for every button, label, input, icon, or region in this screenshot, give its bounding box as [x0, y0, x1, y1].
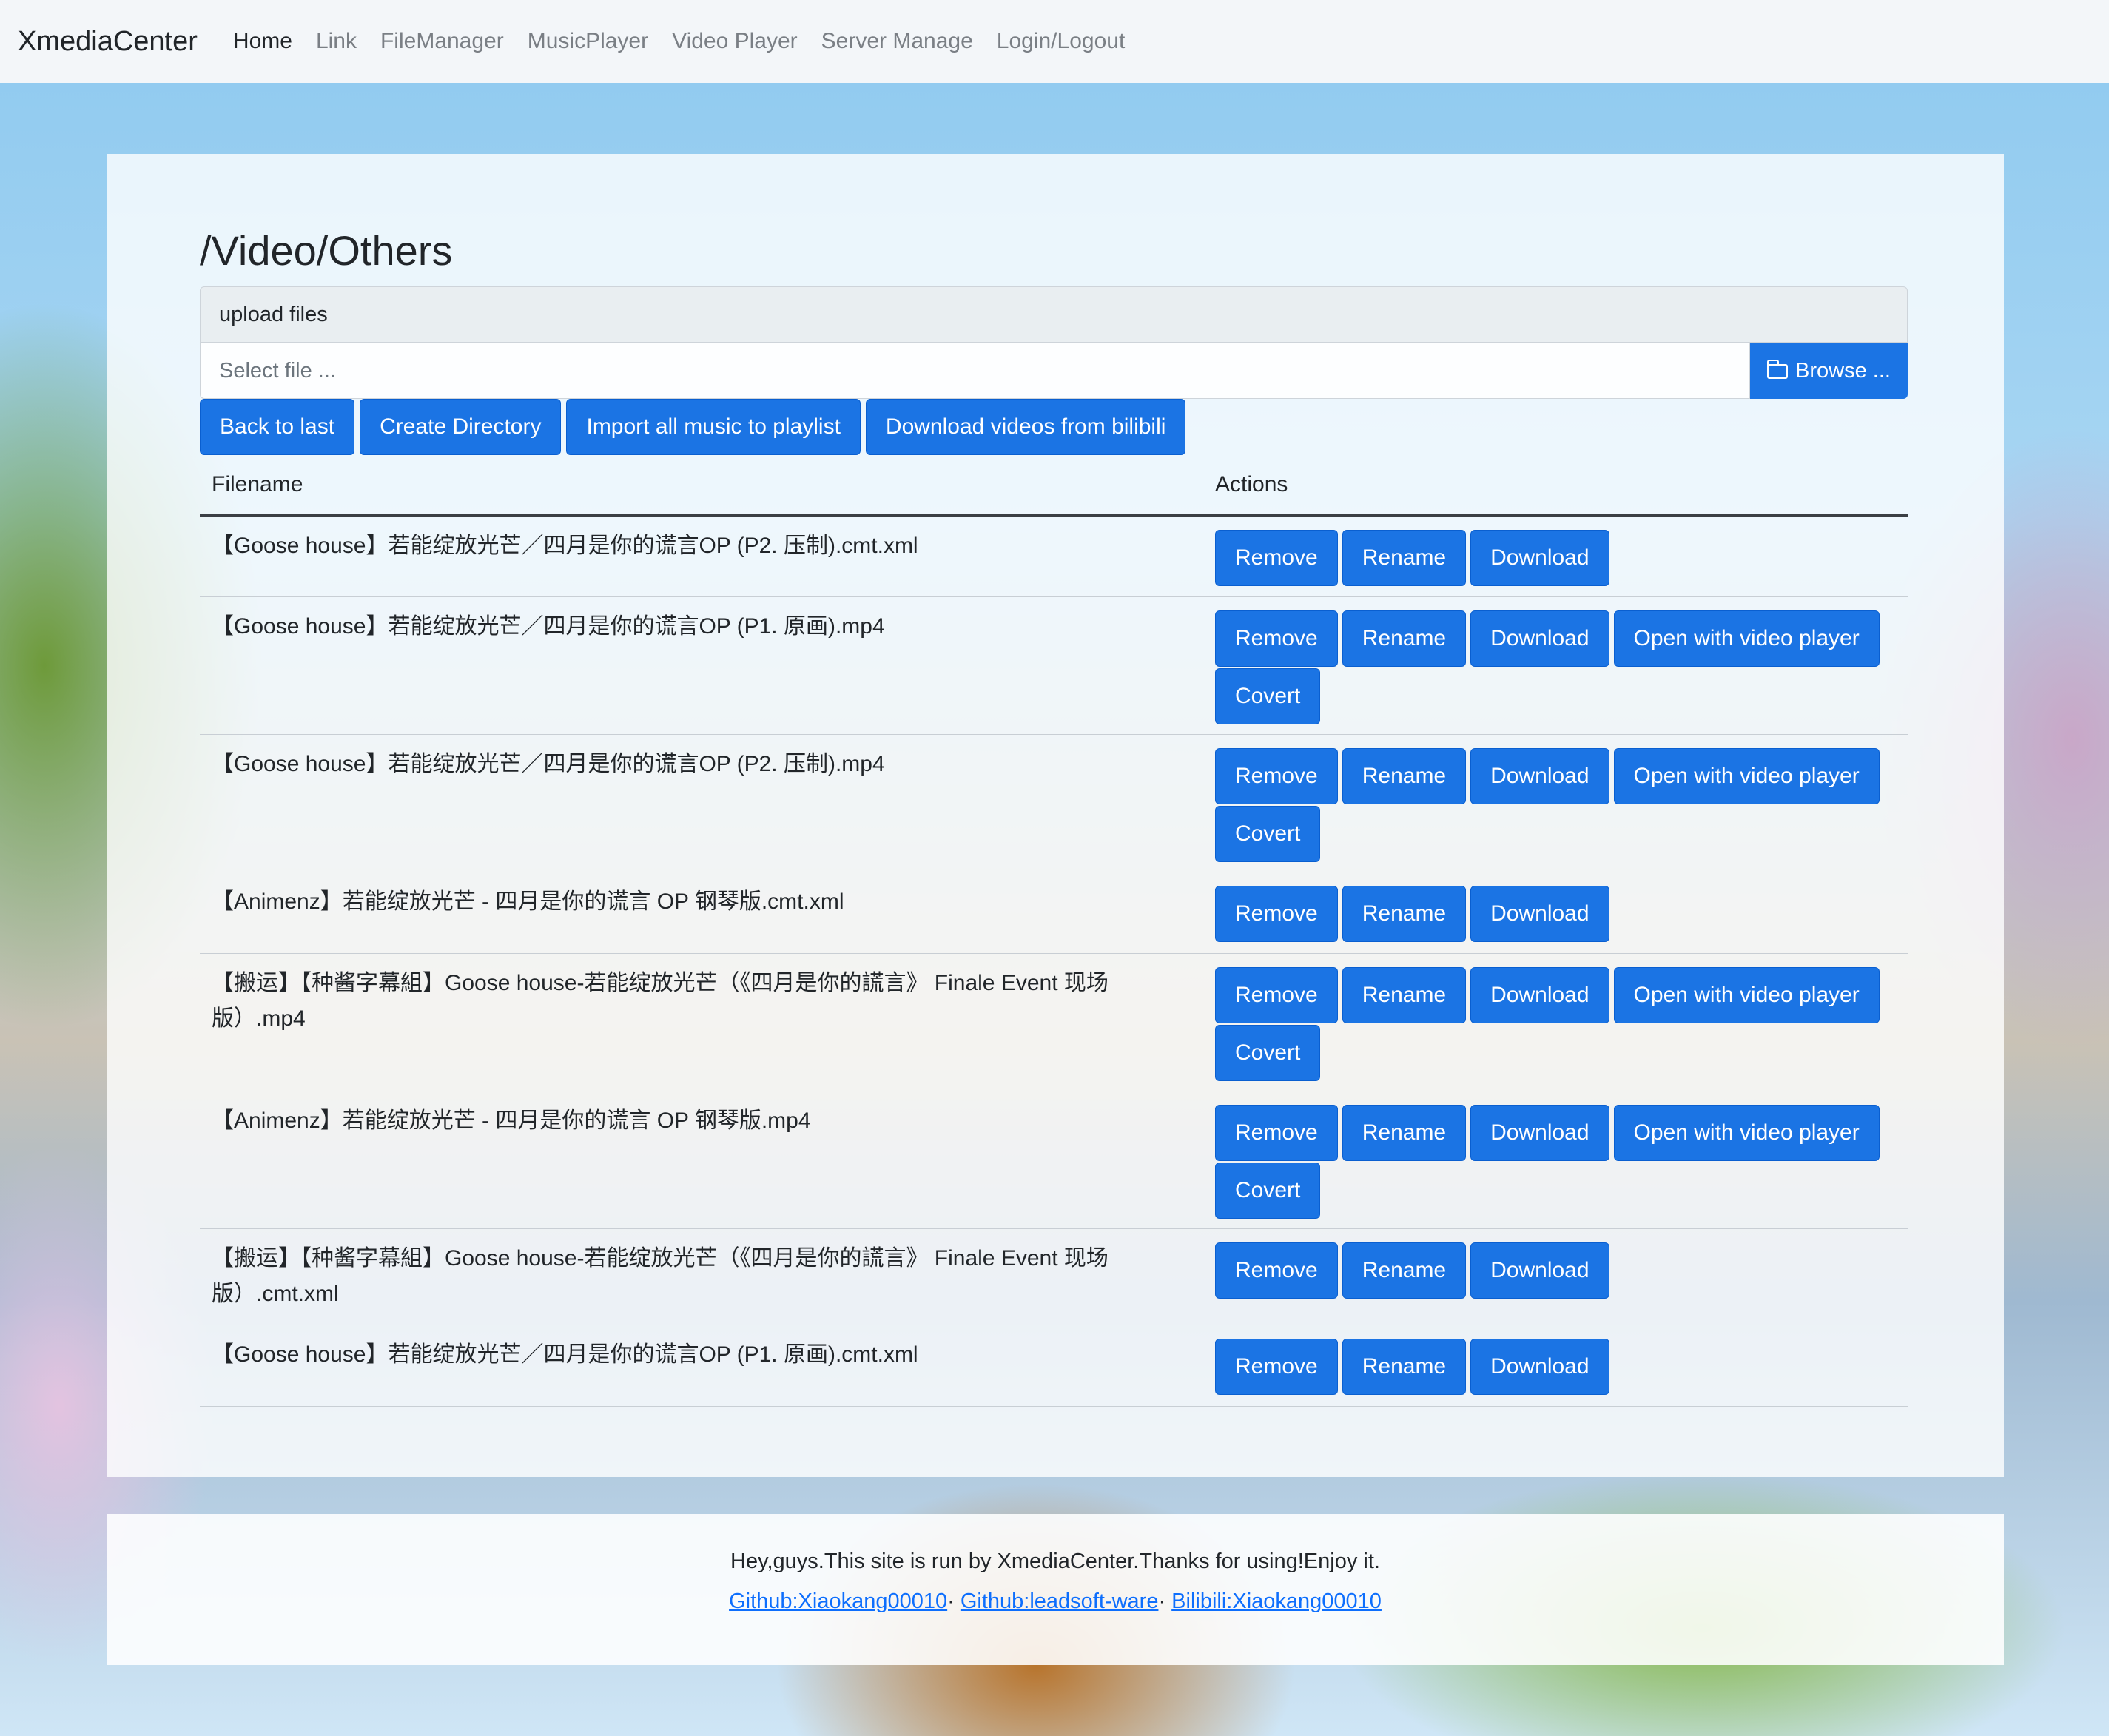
remove-button[interactable]: Remove: [1215, 1339, 1338, 1395]
remove-button[interactable]: Remove: [1215, 1242, 1338, 1299]
footer-link-github-leadsoft[interactable]: Github:leadsoft-ware: [961, 1589, 1159, 1613]
nav-videoplayer[interactable]: Video Player: [672, 29, 798, 54]
table-row: 【Goose house】若能绽放光芒／四月是你的谎言OP (P1. 原画).m…: [200, 596, 1908, 735]
covert-button[interactable]: Covert: [1215, 806, 1321, 862]
covert-button[interactable]: Covert: [1215, 668, 1321, 724]
footer-link-github-xiaokang[interactable]: Github:Xiaokang00010: [729, 1589, 947, 1613]
remove-button[interactable]: Remove: [1215, 967, 1338, 1023]
remove-button[interactable]: Remove: [1215, 886, 1338, 942]
remove-button[interactable]: Remove: [1215, 1105, 1338, 1161]
row-actions: Remove Rename Download Open with video p…: [1215, 747, 1896, 862]
row-actions: Remove Rename Download Open with video p…: [1215, 609, 1896, 724]
brand[interactable]: XmediaCenter: [18, 26, 198, 58]
download-button[interactable]: Download: [1470, 1339, 1610, 1395]
nav-loginlogout[interactable]: Login/Logout: [997, 29, 1126, 54]
open-video-player-button[interactable]: Open with video player: [1613, 748, 1880, 804]
page-title: /Video/Others: [200, 227, 453, 274]
table-row: 【Goose house】若能绽放光芒／四月是你的谎言OP (P2. 压制).m…: [200, 734, 1908, 872]
download-button[interactable]: Download: [1470, 748, 1610, 804]
rename-button[interactable]: Rename: [1342, 530, 1467, 586]
filename-cell: 【Goose house】若能绽放光芒／四月是你的谎言OP (P2. 压制).m…: [200, 734, 1203, 872]
download-button[interactable]: Download: [1470, 1242, 1610, 1299]
remove-button[interactable]: Remove: [1215, 610, 1338, 667]
covert-button[interactable]: Covert: [1215, 1025, 1321, 1081]
nav-servermanage[interactable]: Server Manage: [821, 29, 973, 54]
nav-musicplayer[interactable]: MusicPlayer: [528, 29, 648, 54]
navbar: XmediaCenter Home Link FileManager Music…: [0, 0, 2109, 83]
row-actions: Remove Rename Download: [1215, 884, 1896, 942]
download-button[interactable]: Download: [1470, 886, 1610, 942]
filename-cell: 【Goose house】若能绽放光芒／四月是你的谎言OP (P1. 原画).m…: [200, 596, 1203, 735]
table-row: 【Goose house】若能绽放光芒／四月是你的谎言OP (P2. 压制).c…: [200, 515, 1908, 597]
covert-button[interactable]: Covert: [1215, 1163, 1321, 1219]
table-row: 【搬运】【种酱字幕組】Goose house-若能绽放光芒（《四月是你的謊言》 …: [200, 953, 1908, 1091]
footer-separator: ·: [1158, 1589, 1172, 1613]
download-button[interactable]: Download: [1470, 967, 1610, 1023]
file-table: Filename Actions 【Goose house】若能绽放光芒／四月是…: [200, 455, 1908, 1407]
remove-button[interactable]: Remove: [1215, 748, 1338, 804]
rename-button[interactable]: Rename: [1342, 886, 1467, 942]
rename-button[interactable]: Rename: [1342, 967, 1467, 1023]
table-row: 【搬运】【种酱字幕組】Goose house-若能绽放光芒（《四月是你的謊言》 …: [200, 1228, 1908, 1325]
create-directory-button[interactable]: Create Directory: [360, 399, 562, 455]
actions-header: Actions: [1203, 455, 1908, 517]
filename-cell: 【搬运】【种酱字幕組】Goose house-若能绽放光芒（《四月是你的謊言》 …: [200, 1228, 1203, 1325]
rename-button[interactable]: Rename: [1342, 610, 1467, 667]
row-actions: Remove Rename Download Open with video p…: [1215, 1103, 1896, 1219]
download-button[interactable]: Download: [1470, 530, 1610, 586]
nav-home[interactable]: Home: [233, 29, 292, 54]
download-bilibili-button[interactable]: Download videos from bilibili: [865, 399, 1186, 455]
nav-filemanager[interactable]: FileManager: [380, 29, 504, 54]
import-music-button[interactable]: Import all music to playlist: [566, 399, 861, 455]
footer-link-bilibili[interactable]: Bilibili:Xiaokang00010: [1171, 1589, 1382, 1613]
open-video-player-button[interactable]: Open with video player: [1613, 1105, 1880, 1161]
filename-cell: 【Goose house】若能绽放光芒／四月是你的谎言OP (P1. 原画).c…: [200, 1325, 1203, 1407]
back-button[interactable]: Back to last: [200, 399, 355, 455]
row-actions: Remove Rename Download: [1215, 1241, 1896, 1299]
filename-cell: 【Animenz】若能绽放光芒 - 四月是你的谎言 OP 钢琴版.cmt.xml: [200, 872, 1203, 954]
filename-cell: 【Goose house】若能绽放光芒／四月是你的谎言OP (P2. 压制).c…: [200, 515, 1203, 597]
filename-cell: 【Animenz】若能绽放光芒 - 四月是你的谎言 OP 钢琴版.mp4: [200, 1091, 1203, 1229]
file-select-input[interactable]: Select file ...: [200, 343, 1750, 399]
row-actions: Remove Rename Download: [1215, 1337, 1896, 1395]
rename-button[interactable]: Rename: [1342, 748, 1467, 804]
rename-button[interactable]: Rename: [1342, 1242, 1467, 1299]
remove-button[interactable]: Remove: [1215, 530, 1338, 586]
download-button[interactable]: Download: [1470, 610, 1610, 667]
footer-text: Hey,guys.This site is run by XmediaCente…: [730, 1550, 1380, 1573]
filename-header: Filename: [200, 455, 1203, 517]
table-row: 【Animenz】若能绽放光芒 - 四月是你的谎言 OP 钢琴版.cmt.xml…: [200, 872, 1908, 954]
table-row: 【Animenz】若能绽放光芒 - 四月是你的谎言 OP 钢琴版.mp4 Rem…: [200, 1091, 1908, 1229]
row-actions: Remove Rename Download: [1215, 528, 1896, 586]
footer-separator: ·: [947, 1589, 961, 1613]
open-video-player-button[interactable]: Open with video player: [1613, 610, 1880, 667]
browse-label: Browse ...: [1795, 358, 1891, 383]
download-button[interactable]: Download: [1470, 1105, 1610, 1161]
toolbar: Back to last Create Directory Import all…: [200, 399, 1186, 455]
upload-label: upload files: [200, 286, 1908, 343]
rename-button[interactable]: Rename: [1342, 1339, 1467, 1395]
filename-cell: 【搬运】【种酱字幕組】Goose house-若能绽放光芒（《四月是你的謊言》 …: [200, 953, 1203, 1091]
table-row: 【Goose house】若能绽放光芒／四月是你的谎言OP (P1. 原画).c…: [200, 1325, 1908, 1407]
open-video-player-button[interactable]: Open with video player: [1613, 967, 1880, 1023]
folder-icon: [1766, 360, 1789, 379]
row-actions: Remove Rename Download Open with video p…: [1215, 966, 1896, 1081]
footer-links: Github:Xiaokang00010· Github:leadsoft-wa…: [107, 1589, 2004, 1614]
footer: Hey,guys.This site is run by XmediaCente…: [107, 1514, 2004, 1665]
nav-link[interactable]: Link: [316, 29, 357, 54]
browse-button[interactable]: Browse ...: [1750, 343, 1908, 399]
rename-button[interactable]: Rename: [1342, 1105, 1467, 1161]
